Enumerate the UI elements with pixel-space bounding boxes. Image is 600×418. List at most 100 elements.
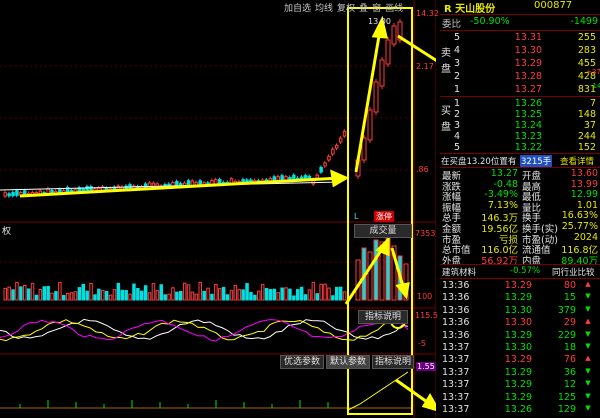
volume-bar [73,291,78,301]
tick-row[interactable]: 13:37 13.29 12 ▼ [440,379,600,391]
tick-price: 13.29 [504,354,532,366]
candle [373,81,379,113]
sell-order-row: 5 13.31 255 [440,32,600,45]
bottom-indicator [0,371,412,411]
order-price: 13.23 [514,131,542,142]
volume-bar [214,283,218,301]
order-level: 2 [454,109,461,120]
tick-row[interactable]: 13:37 13.30 18 ▼ [440,342,600,354]
industry-compare-link[interactable]: 同行业比较 [552,266,595,278]
candle [342,130,347,137]
order-level: 3 [454,58,461,69]
tick-time: 13:36 [442,292,470,304]
candle [315,174,319,179]
toolbar-draw[interactable]: 画线 [383,1,405,14]
toolbar-window[interactable]: 窗 [370,1,383,14]
industry-name[interactable]: 建筑材料 [442,266,476,278]
tick-price: 13.29 [504,329,532,341]
volume-bar [355,259,361,301]
quote-panel: R 天山股份 000877 委比 -50.90% -1499 卖盘 5 13.31… [440,0,600,418]
volume-bar [257,290,261,301]
toolbar-adjust[interactable]: 复权 [335,1,357,14]
volume-bar [198,282,202,301]
tick-row[interactable]: 13:37 13.29 76 ▲ [440,354,600,366]
volume-bar [221,286,226,301]
volume-bar [319,283,323,301]
candle [11,192,15,197]
toolbar-add-watchlist[interactable]: 加自选 [282,1,313,14]
arrow-down-icon: ▼ [585,304,591,313]
volume-bar [151,283,156,301]
sell-order-row: 4 13.30 283 [440,45,600,58]
toolbar-ma[interactable]: 均线 [313,1,335,14]
volume-bar [292,295,296,301]
tick-row[interactable]: 13:36 13.30 29 ▲ [440,317,600,329]
weibi-value: -50.90% [470,16,510,27]
arrow-up-icon: ▲ [585,317,591,326]
weibi-label: 委比 [442,19,462,30]
tick-row[interactable]: 13:37 13.26 129 ▼ [440,404,600,416]
tick-volume: 18 [563,342,576,353]
volume-bar [335,286,339,301]
arrow-down-icon: ▼ [585,391,591,400]
tick-price: 13.30 [504,304,532,316]
arrow-down-icon: ▼ [585,404,591,412]
tick-price: 13.30 [504,317,532,329]
tick-time: 13:36 [442,280,470,291]
volume-bar [179,291,183,301]
kline-chart-area[interactable]: 加自选 均线 复权叠窗画线 14.32 2.17 .86 7353 100 115.… [0,0,439,418]
indicator-help-tab-1[interactable]: 指标说明 [358,310,408,324]
stat-value: 16.63% [561,210,598,222]
big-order-text: 在买盘13.20位置有 [441,157,517,167]
arrow-down-icon: ▼ [585,292,591,301]
volume-bar [104,290,109,301]
toolbar-overlay[interactable]: 叠 [357,1,370,14]
volume-bar [85,290,89,301]
high-price-marker: 13.00 [368,17,391,26]
order-level: 2 [454,71,461,82]
volume-bar [23,284,27,301]
volume-tab[interactable]: 成交量 [354,224,412,238]
volume-bar [38,288,43,301]
volume-bar [241,289,245,301]
weibi-row: 委比 -50.90% -1499 [440,16,600,30]
optimize-params-button[interactable]: 优选参数 [280,355,324,369]
candle [338,137,343,143]
stat-value: 13.27 [490,168,518,179]
tick-row[interactable]: 13:36 13.30 379 ▼ [440,305,600,317]
tick-row[interactable]: 13:37 13.29 36 ▼ [440,367,600,379]
axis-macd-value: 1.55 [416,362,436,371]
tick-row[interactable]: 13:36 13.29 229 ▼ [440,330,600,342]
order-level: 1 [454,98,461,109]
tick-time: 13:37 [442,404,470,415]
volume-bar [65,292,70,301]
rally-signal-line [347,371,409,411]
candle [319,166,323,173]
volume-bar [143,285,148,301]
order-price: 13.30 [514,45,542,56]
order-change-1: +373 [586,68,600,76]
tick-row[interactable]: 13:37 13.29 125 ▼ [440,392,600,404]
volume-bar [237,289,241,301]
volume-bar [218,288,222,301]
indicator-help-tab-2[interactable]: 指标说明 [372,355,414,369]
tick-row[interactable]: 13:36 13.29 15 ▼ [440,292,600,304]
volume-bar [108,294,113,301]
volume-bar [54,291,58,301]
volume-bar [89,282,93,301]
stat-value: -0.48 [493,178,518,190]
view-details-link[interactable]: 查看详情 [560,155,594,167]
default-params-button[interactable]: 默认参数 [326,355,370,369]
volume-bar [311,282,316,301]
order-price: 13.24 [514,120,542,131]
order-volume: 37 [583,120,596,131]
volume-bar [272,288,277,301]
volume-bar [132,283,136,301]
volume-bar [155,290,160,301]
volume-bar [26,288,31,301]
tick-row[interactable]: 13:36 13.29 80 ▲ [440,280,600,292]
candle [46,188,50,195]
volume-bar [315,293,319,301]
kline-chart-canvas[interactable] [0,0,436,418]
tick-volume: 36 [563,366,576,378]
